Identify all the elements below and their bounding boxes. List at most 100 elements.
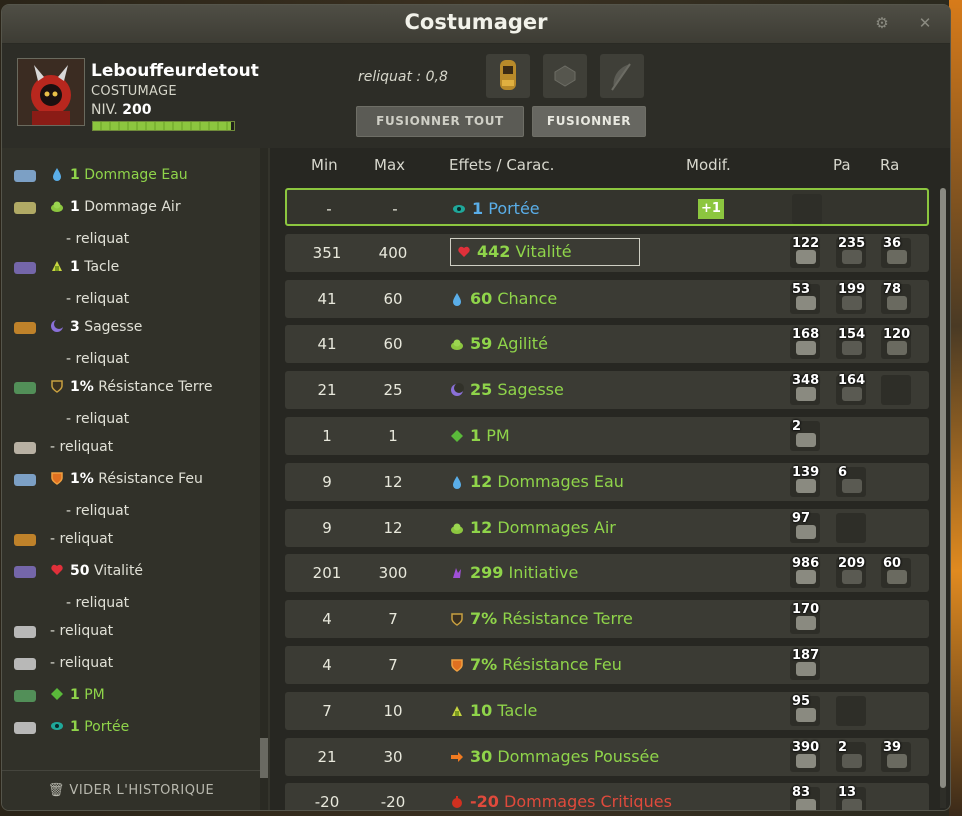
rune-icon[interactable]: 187 [790, 648, 820, 680]
effects-scrollbar-thumb[interactable] [940, 188, 946, 788]
effect-row[interactable]: 41 60 60 Chance 53 199 78 [285, 279, 929, 318]
rune-icon[interactable]: 13 [836, 785, 866, 810]
rune-icon[interactable]: 235 [836, 236, 866, 268]
rune-icon[interactable]: 53 [790, 282, 820, 314]
rune-icon[interactable]: 36 [881, 236, 911, 268]
effect-row[interactable]: 7 10 10 Tacle 95 [285, 691, 929, 730]
row-max: 300 [378, 564, 408, 583]
effect-row[interactable]: 21 25 25 Sagesse 348 164 [285, 371, 929, 410]
rune-icon[interactable]: 83 [790, 785, 820, 810]
history-item-icon [12, 437, 38, 459]
close-icon[interactable]: ✕ [914, 12, 936, 34]
rune-art-icon [887, 753, 907, 768]
wisdom-moon-icon [51, 319, 64, 332]
effect-row[interactable]: 41 60 59 Agilité 168 154 120 [285, 325, 929, 364]
rune-icon[interactable]: 390 [790, 739, 820, 772]
row-effect[interactable]: 1 PM [450, 426, 510, 445]
row-min: 1 [322, 427, 332, 445]
row-min: 9 [322, 518, 332, 537]
header-ra: Ra [880, 156, 900, 174]
history-scrollbar[interactable] [260, 148, 268, 810]
row-effect[interactable]: 30 Dommages Poussée [450, 747, 659, 766]
rune-icon[interactable]: 2 [836, 740, 866, 772]
rune-icon[interactable]: 170 [790, 602, 820, 635]
rune-icon[interactable]: 199 [836, 282, 866, 314]
effect-row[interactable]: 9 12 12 Dommages Air 97 [285, 508, 929, 547]
row-max: 400 [378, 243, 408, 262]
row-effect[interactable]: -20 Dommages Critiques [450, 792, 672, 810]
fire-shield-icon [51, 472, 63, 485]
effect-row[interactable]: 201 300 299 Initiative 986 209 60 [285, 554, 929, 593]
merge-button[interactable]: FUSIONNER [532, 106, 646, 137]
rune-icon[interactable]: 154 [836, 327, 866, 360]
rune-icon[interactable]: 60 [881, 556, 911, 589]
effect-row[interactable]: - - 1 Portée +1 [285, 188, 929, 226]
history-scrollbar-thumb[interactable] [260, 738, 268, 778]
rune-icon[interactable]: 122 [790, 236, 820, 268]
history-item-value: 3 [70, 319, 80, 335]
rune-slot[interactable] [543, 54, 587, 98]
rune-count: 97 [792, 510, 811, 526]
rune-icon[interactable]: 39 [881, 740, 911, 772]
row-effect[interactable]: 12 Dommages Air [450, 518, 616, 537]
rune-icon[interactable]: 348 [790, 373, 820, 406]
row-effect-label: Résistance Feu [502, 655, 622, 674]
rune-icon[interactable]: 209 [836, 556, 866, 589]
mask-item-icon [500, 60, 516, 90]
row-max: 60 [383, 335, 403, 354]
rune-icon[interactable] [836, 695, 866, 726]
history-item-text: Vitalité [93, 563, 144, 579]
rune-icon[interactable] [881, 375, 911, 406]
rune-icon[interactable]: 164 [836, 373, 866, 406]
merge-all-button[interactable]: FUSIONNER TOUT [356, 106, 524, 137]
rune-icon[interactable]: 97 [790, 510, 820, 543]
rune-icon[interactable] [792, 194, 822, 224]
rune-count: 390 [792, 739, 820, 755]
effect-row[interactable]: 4 7 7% Résistance Feu 187 [285, 646, 929, 684]
effect-row[interactable]: 9 12 12 Dommages Eau 139 6 [285, 462, 929, 501]
row-effect[interactable]: 60 Chance [450, 289, 557, 308]
row-effect[interactable]: 299 Initiative [450, 563, 578, 582]
row-effect-value: 1 [470, 426, 482, 445]
row-effect[interactable]: 7% Résistance Feu [450, 655, 622, 674]
rune-icon[interactable]: 6 [836, 464, 866, 497]
clear-history-button[interactable]: 🗑 VIDER L'HISTORIQUE [2, 770, 260, 810]
row-effect-value: 60 [470, 288, 493, 308]
history-item-value: 1% [70, 471, 94, 487]
pm-diamond-icon [51, 688, 63, 700]
row-effect[interactable]: 59 Agilité [450, 334, 548, 353]
row-effect[interactable]: 442 Vitalité [450, 237, 640, 266]
row-max: 7 [388, 610, 398, 629]
row-effect[interactable]: 7% Résistance Terre [450, 609, 633, 628]
row-effect[interactable]: 12 Dommages Eau [450, 472, 624, 491]
row-effect-value: 299 [470, 563, 504, 583]
effects-scrollbar[interactable] [940, 188, 946, 808]
feather-slot[interactable] [600, 54, 644, 98]
row-effect[interactable]: 10 Tacle [450, 701, 537, 720]
rune-icon[interactable] [836, 512, 866, 543]
effect-row[interactable]: 4 7 7% Résistance Terre 170 [285, 600, 929, 639]
effect-row[interactable]: 111 PM 2 [285, 417, 929, 455]
rune-icon[interactable]: 986 [790, 556, 820, 589]
effect-row[interactable]: 351 400 442 Vitalité 122 235 36 [285, 233, 929, 272]
title-bar[interactable]: Costumager ⚙ ✕ [2, 5, 950, 44]
item-slot-mask[interactable] [486, 54, 530, 98]
wisdom-moon-icon [451, 383, 464, 397]
row-effect[interactable]: 1 Portée [452, 199, 540, 218]
rune-icon[interactable]: 95 [790, 694, 820, 726]
row-effect[interactable]: 25 Sagesse [450, 380, 564, 399]
range-eye-icon [453, 205, 465, 213]
rune-count: 164 [838, 373, 866, 389]
history-item-text: - reliquat [50, 439, 114, 455]
settings-gear-icon[interactable]: ⚙ [871, 12, 893, 34]
rune-icon[interactable]: 120 [881, 327, 911, 360]
rune-count: 168 [792, 327, 820, 343]
rune-icon[interactable]: 168 [790, 327, 820, 360]
rune-icon[interactable]: 139 [790, 465, 820, 497]
rune-icon[interactable]: 2 [790, 419, 820, 451]
rune-icon[interactable]: 78 [881, 282, 911, 314]
effect-row[interactable]: -20 -20 -20 Dommages Critiques 83 13 [285, 783, 929, 810]
effect-row[interactable]: 21 30 30 Dommages Poussée 390 2 39 [285, 737, 929, 776]
rune-count: 6 [838, 464, 848, 480]
history-item: - reliquat [50, 655, 113, 671]
